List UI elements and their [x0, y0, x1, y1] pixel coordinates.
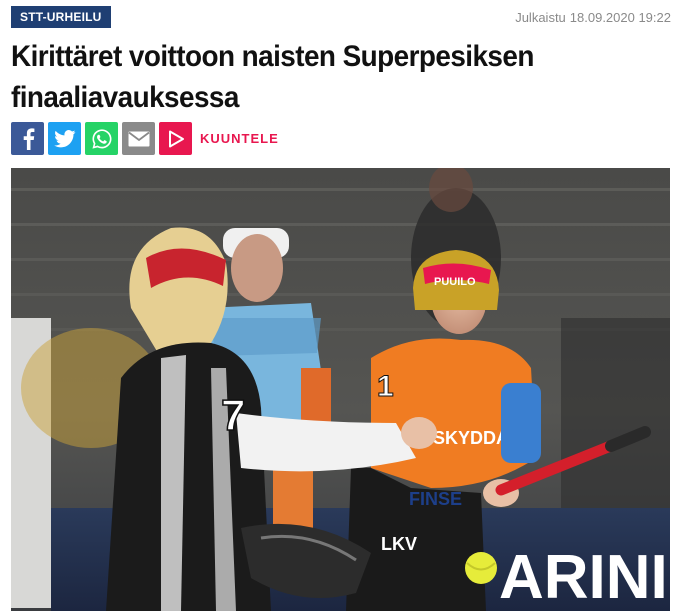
share-facebook-button[interactable]: [11, 122, 44, 155]
email-icon: [127, 131, 150, 146]
share-toolbar: KUUNTELE: [11, 122, 279, 155]
photo-illustration: ARINI PUUILO 1 SKYDDA FINSE LKV 7: [11, 168, 670, 611]
category-badge[interactable]: STT-URHEILU: [11, 6, 111, 28]
listen-label[interactable]: KUUNTELE: [200, 131, 279, 146]
jersey-number-left: 7: [221, 391, 245, 440]
sponsor-skydda: SKYDDA: [433, 428, 509, 448]
article-photo: ARINI PUUILO 1 SKYDDA FINSE LKV 7: [11, 168, 670, 611]
twitter-icon: [53, 129, 75, 147]
share-whatsapp-button[interactable]: [85, 122, 118, 155]
published-label: Julkaistu: [515, 10, 566, 25]
article-meta-row: STT-URHEILU Julkaistu 18.09.2020 19:22: [11, 6, 671, 28]
facebook-icon: [23, 127, 34, 150]
whatsapp-icon: [91, 128, 111, 149]
board-text: ARINI: [499, 543, 668, 611]
helmet-text: PUUILO: [434, 276, 476, 288]
play-icon: [168, 130, 184, 147]
share-twitter-button[interactable]: [48, 122, 81, 155]
sponsor-finsec: FINSE: [409, 489, 462, 509]
article-headline: Kirittäret voittoon naisten Superpesikse…: [11, 40, 534, 114]
share-email-button[interactable]: [122, 122, 155, 155]
published-date: 18.09.2020 19:22: [569, 10, 671, 25]
listen-button[interactable]: [159, 122, 192, 155]
sponsor-lkv: LKV: [381, 534, 417, 554]
jersey-number-right: 1: [377, 370, 394, 403]
pesapallo-ball: [465, 552, 497, 584]
published-timestamp: Julkaistu 18.09.2020 19:22: [515, 10, 671, 25]
